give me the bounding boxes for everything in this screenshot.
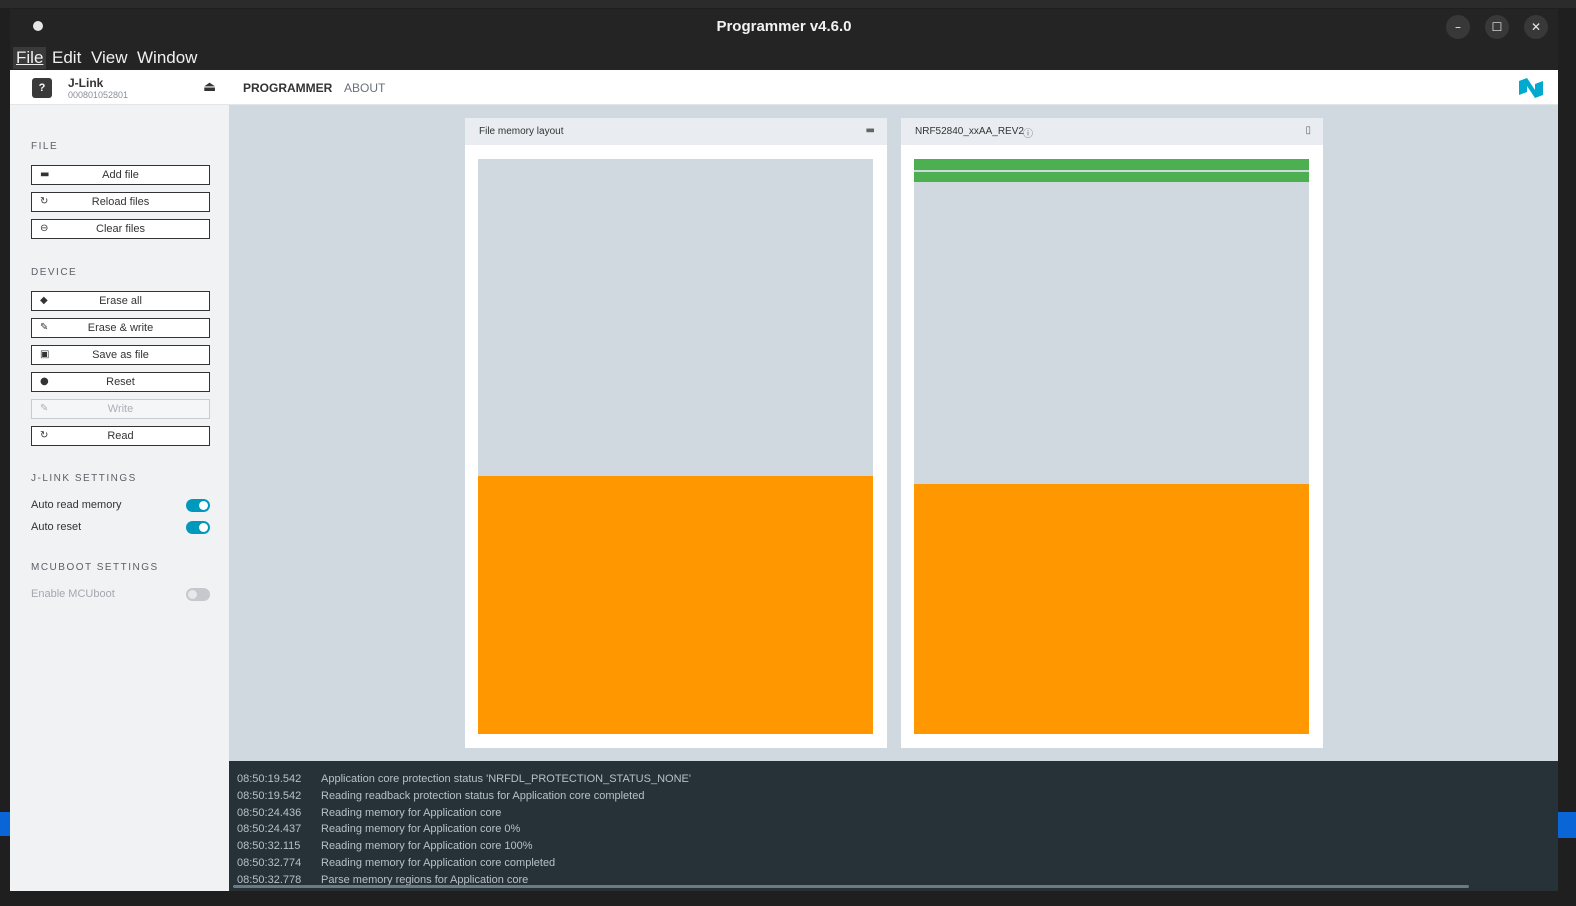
auto-reset-label: Auto reset [31,521,82,533]
enable-mcuboot-row: Enable MCUboot [31,587,210,603]
log-time: 08:50:32.115 [237,840,301,852]
menu-view[interactable]: View [88,47,131,69]
save-icon: ▣ [40,349,50,360]
folder-icon[interactable]: ▬ [866,125,875,136]
desktop-top-bar [0,0,1576,8]
menu-file[interactable]: File [13,47,47,69]
memory-region-green[interactable] [914,172,1309,182]
log-time: 08:50:24.437 [237,823,302,835]
desktop-background-window-edge [0,812,10,836]
log-time: 08:50:19.542 [237,790,302,802]
file-memory-header: File memory layout ▬ [465,118,887,145]
write-button[interactable]: ✎ Write [31,399,210,419]
device-panel-icon[interactable]: ▯ [1305,125,1311,136]
tab-programmer[interactable]: PROGRAMMER [243,81,332,95]
pencil-icon: ✎ [40,403,49,414]
erase-write-label: Erase & write [87,322,154,334]
memory-region[interactable] [478,476,873,734]
reload-files-label: Reload files [91,196,150,208]
device-memory-map [914,159,1309,734]
log-message: Reading memory for Application core 0% [321,823,521,835]
log-time: 08:50:24.436 [237,807,302,819]
erase-all-label: Erase all [99,295,142,307]
save-as-file-label: Save as file [92,349,149,361]
file-section-title: FILE [31,141,59,152]
device-memory-title: NRF52840_xxAA_REV2 [915,126,1024,137]
eraser-icon: ◆ [40,295,48,306]
minus-circle-icon: ⊖ [40,223,49,234]
read-label: Read [107,430,134,442]
dot-icon: ● [40,376,49,387]
eject-icon[interactable]: ⏏ [203,78,216,95]
minimize-button[interactable]: – [1446,15,1470,39]
add-file-label: Add file [102,169,139,181]
sidebar: FILE ▬ Add file ↻ Reload files ⊖ Clear file… [10,105,229,891]
auto-read-memory-row: Auto read memory [31,498,210,514]
log-message: Reading memory for Application core 100% [321,840,533,852]
device-chip-icon[interactable]: ? [32,78,52,98]
info-icon[interactable]: ⓘ [1023,125,1033,140]
enable-mcuboot-toggle[interactable] [186,588,210,601]
log-scrollbar[interactable] [233,885,1469,888]
write-label: Write [107,403,134,415]
memory-region[interactable] [914,484,1309,734]
clear-files-label: Clear files [96,223,145,235]
mcuboot-settings-title: MCUBOOT SETTINGS [31,562,159,573]
auto-read-memory-label: Auto read memory [31,499,122,511]
title-bar: Programmer v4.6.0 – ☐ ✕ [10,9,1558,45]
reset-button[interactable]: ● Reset [31,372,210,392]
log-message: Reading memory for Application core comp… [321,857,556,869]
auto-read-memory-toggle[interactable] [186,499,210,512]
pencil-icon: ✎ [40,322,49,333]
device-name[interactable]: J-Link [68,76,103,90]
reload-icon: ↻ [40,430,49,441]
log-message: Application core protection status 'NRFD… [321,773,691,785]
top-bar: ? J-Link 000801052801 ⏏ PROGRAMMER ABOUT [10,70,1558,105]
erase-write-button[interactable]: ✎ Erase & write [31,318,210,338]
close-button[interactable]: ✕ [1524,15,1548,39]
log-message: Reading memory for Application core [321,807,502,819]
log-message: Reading readback protection status for A… [321,790,645,802]
menu-edit[interactable]: Edit [49,47,84,69]
reset-label: Reset [106,376,135,388]
menu-bar: File Edit View Window [10,45,1558,70]
device-memory-header: NRF52840_xxAA_REV2 ⓘ ▯ [901,118,1323,145]
app-window: Programmer v4.6.0 – ☐ ✕ File Edit View W… [10,9,1558,891]
log-time: 08:50:19.542 [237,773,302,785]
jlink-settings-title: J-LINK SETTINGS [31,473,137,484]
file-memory-map [478,159,873,734]
menu-window[interactable]: Window [134,47,200,69]
log-time: 08:50:32.774 [237,857,302,869]
maximize-button[interactable]: ☐ [1485,15,1509,39]
device-serial: 000801052801 [68,90,129,100]
clear-files-button[interactable]: ⊖ Clear files [31,219,210,239]
main-content: File memory layout ▬ NRF52840_xxAA_REV2 … [229,105,1558,761]
folder-icon: ▬ [40,169,50,180]
nordic-logo [1519,78,1543,98]
memory-region-green[interactable] [914,159,1309,170]
save-as-file-button[interactable]: ▣ Save as file [31,345,210,365]
reload-icon: ↻ [40,196,49,207]
desktop-background-window-edge [1558,812,1576,838]
file-memory-panel: File memory layout ▬ [465,118,887,748]
tab-about[interactable]: ABOUT [344,81,385,95]
file-memory-title: File memory layout [479,126,564,137]
device-memory-panel: NRF52840_xxAA_REV2 ⓘ ▯ [901,118,1323,748]
auto-reset-row: Auto reset [31,520,210,536]
erase-all-button[interactable]: ◆ Erase all [31,291,210,311]
device-section-title: DEVICE [31,267,78,278]
log-panel: 08:50:19.542 Application core protection … [229,761,1558,891]
window-title: Programmer v4.6.0 [716,18,852,35]
enable-mcuboot-label: Enable MCUboot [31,588,115,600]
add-file-button[interactable]: ▬ Add file [31,165,210,185]
read-button[interactable]: ↻ Read [31,426,210,446]
auto-reset-toggle[interactable] [186,521,210,534]
reload-files-button[interactable]: ↻ Reload files [31,192,210,212]
